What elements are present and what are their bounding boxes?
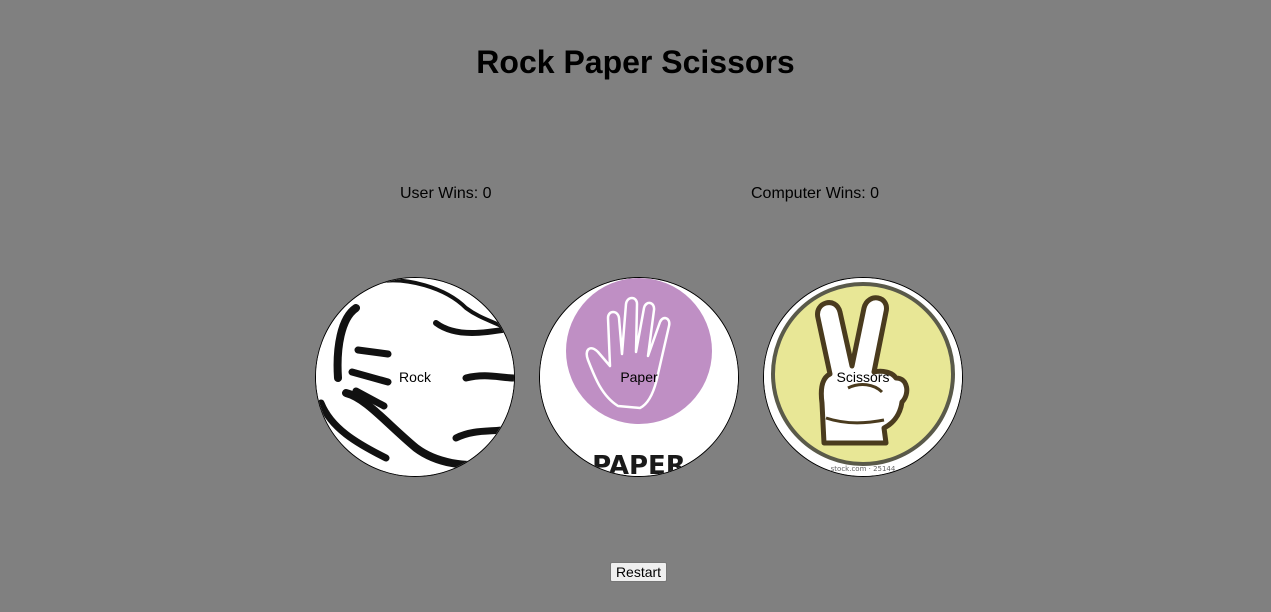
scissors-image-watermark: ...stock.com · 25144...: [824, 465, 902, 473]
paper-choice-button[interactable]: PAPER Paper: [539, 277, 739, 477]
page-title: Rock Paper Scissors: [476, 44, 795, 80]
rock-choice-button[interactable]: Rock: [315, 277, 515, 477]
rock-label: Rock: [399, 369, 431, 385]
restart-button[interactable]: Restart: [610, 562, 667, 582]
paper-label: Paper: [620, 369, 658, 385]
scissors-label: Scissors: [836, 369, 890, 385]
user-wins-score: User Wins: 0: [400, 185, 492, 202]
paper-image-text: PAPER: [592, 451, 686, 476]
scissors-choice-button[interactable]: ...stock.com · 25144... Scissors: [763, 277, 963, 477]
game-page: Rock Paper Scissors User Wins: 0 Compute…: [0, 0, 1271, 612]
computer-wins-score: Computer Wins: 0: [751, 185, 880, 202]
